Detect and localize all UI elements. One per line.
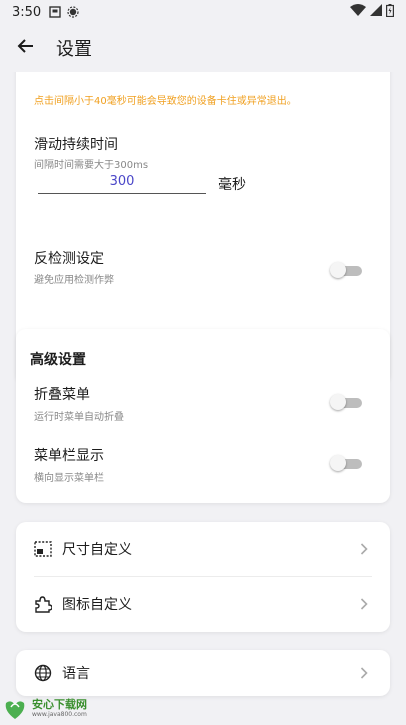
battery-icon (386, 3, 395, 21)
size-customize-label: 尺寸自定义 (62, 542, 132, 558)
chevron-right-icon (360, 598, 368, 610)
resize-frame-icon (34, 540, 52, 558)
menubar-display-title: 菜单栏显示 (34, 448, 104, 464)
click-interval-warning: 点击间隔小于40毫秒可能会导致您的设备卡住或异常退出。 (34, 96, 297, 107)
wifi-icon (350, 4, 366, 20)
swipe-duration-input[interactable] (38, 170, 206, 194)
status-bar: 3:50 (0, 0, 406, 24)
swipe-duration-title: 滑动持续时间 (34, 137, 118, 153)
language-label: 语言 (62, 666, 90, 682)
site-watermark: 安心下载网 www.java800.com (2, 694, 112, 722)
arrow-back-icon (17, 37, 35, 59)
fold-menu-subtitle: 运行时菜单自动折叠 (34, 412, 124, 423)
fold-menu-title: 折叠菜单 (34, 387, 90, 403)
icon-customize-label: 图标自定义 (62, 597, 132, 613)
advanced-settings-heading: 高级设置 (30, 352, 86, 368)
swipe-duration-subtitle: 间隔时间需要大于300ms (34, 160, 149, 171)
settings-gear-icon (67, 6, 79, 18)
customization-card: 尺寸自定义 图标自定义 (16, 522, 390, 632)
size-customize-row[interactable]: 尺寸自定义 (16, 522, 390, 576)
swipe-duration-unit: 毫秒 (218, 177, 246, 193)
anti-detect-switch[interactable] (330, 261, 362, 279)
watermark-name: 安心下载网 (32, 697, 87, 711)
fold-menu-switch[interactable] (330, 393, 362, 411)
globe-icon (34, 664, 52, 682)
chevron-right-icon (360, 667, 368, 679)
back-button[interactable] (2, 24, 50, 72)
chevron-right-icon (360, 543, 368, 555)
status-time: 3:50 (12, 4, 42, 20)
language-row[interactable]: 语言 (16, 646, 390, 700)
menubar-display-subtitle: 横向显示菜单栏 (34, 473, 104, 484)
anti-detect-subtitle: 避免应用检测作弊 (34, 275, 114, 286)
language-card: 语言 (16, 650, 390, 696)
notification-box-icon (49, 6, 61, 18)
icon-customize-row[interactable]: 图标自定义 (16, 577, 390, 631)
watermark-url: www.java800.com (32, 710, 87, 718)
page-title: 设置 (56, 39, 92, 60)
advanced-settings-card: 高级设置 折叠菜单 运行时菜单自动折叠 菜单栏显示 横向显示菜单栏 (16, 329, 390, 503)
menubar-display-switch[interactable] (330, 454, 362, 472)
puzzle-piece-icon (34, 595, 52, 613)
app-bar: 设置 (0, 24, 406, 72)
settings-scroll[interactable]: 点击间隔小于40毫秒可能会导致您的设备卡住或异常退出。 滑动持续时间 间隔时间需… (0, 72, 406, 723)
watermark-logo-icon (2, 695, 28, 721)
signal-icon (370, 4, 382, 20)
anti-detect-title: 反检测设定 (34, 251, 104, 267)
